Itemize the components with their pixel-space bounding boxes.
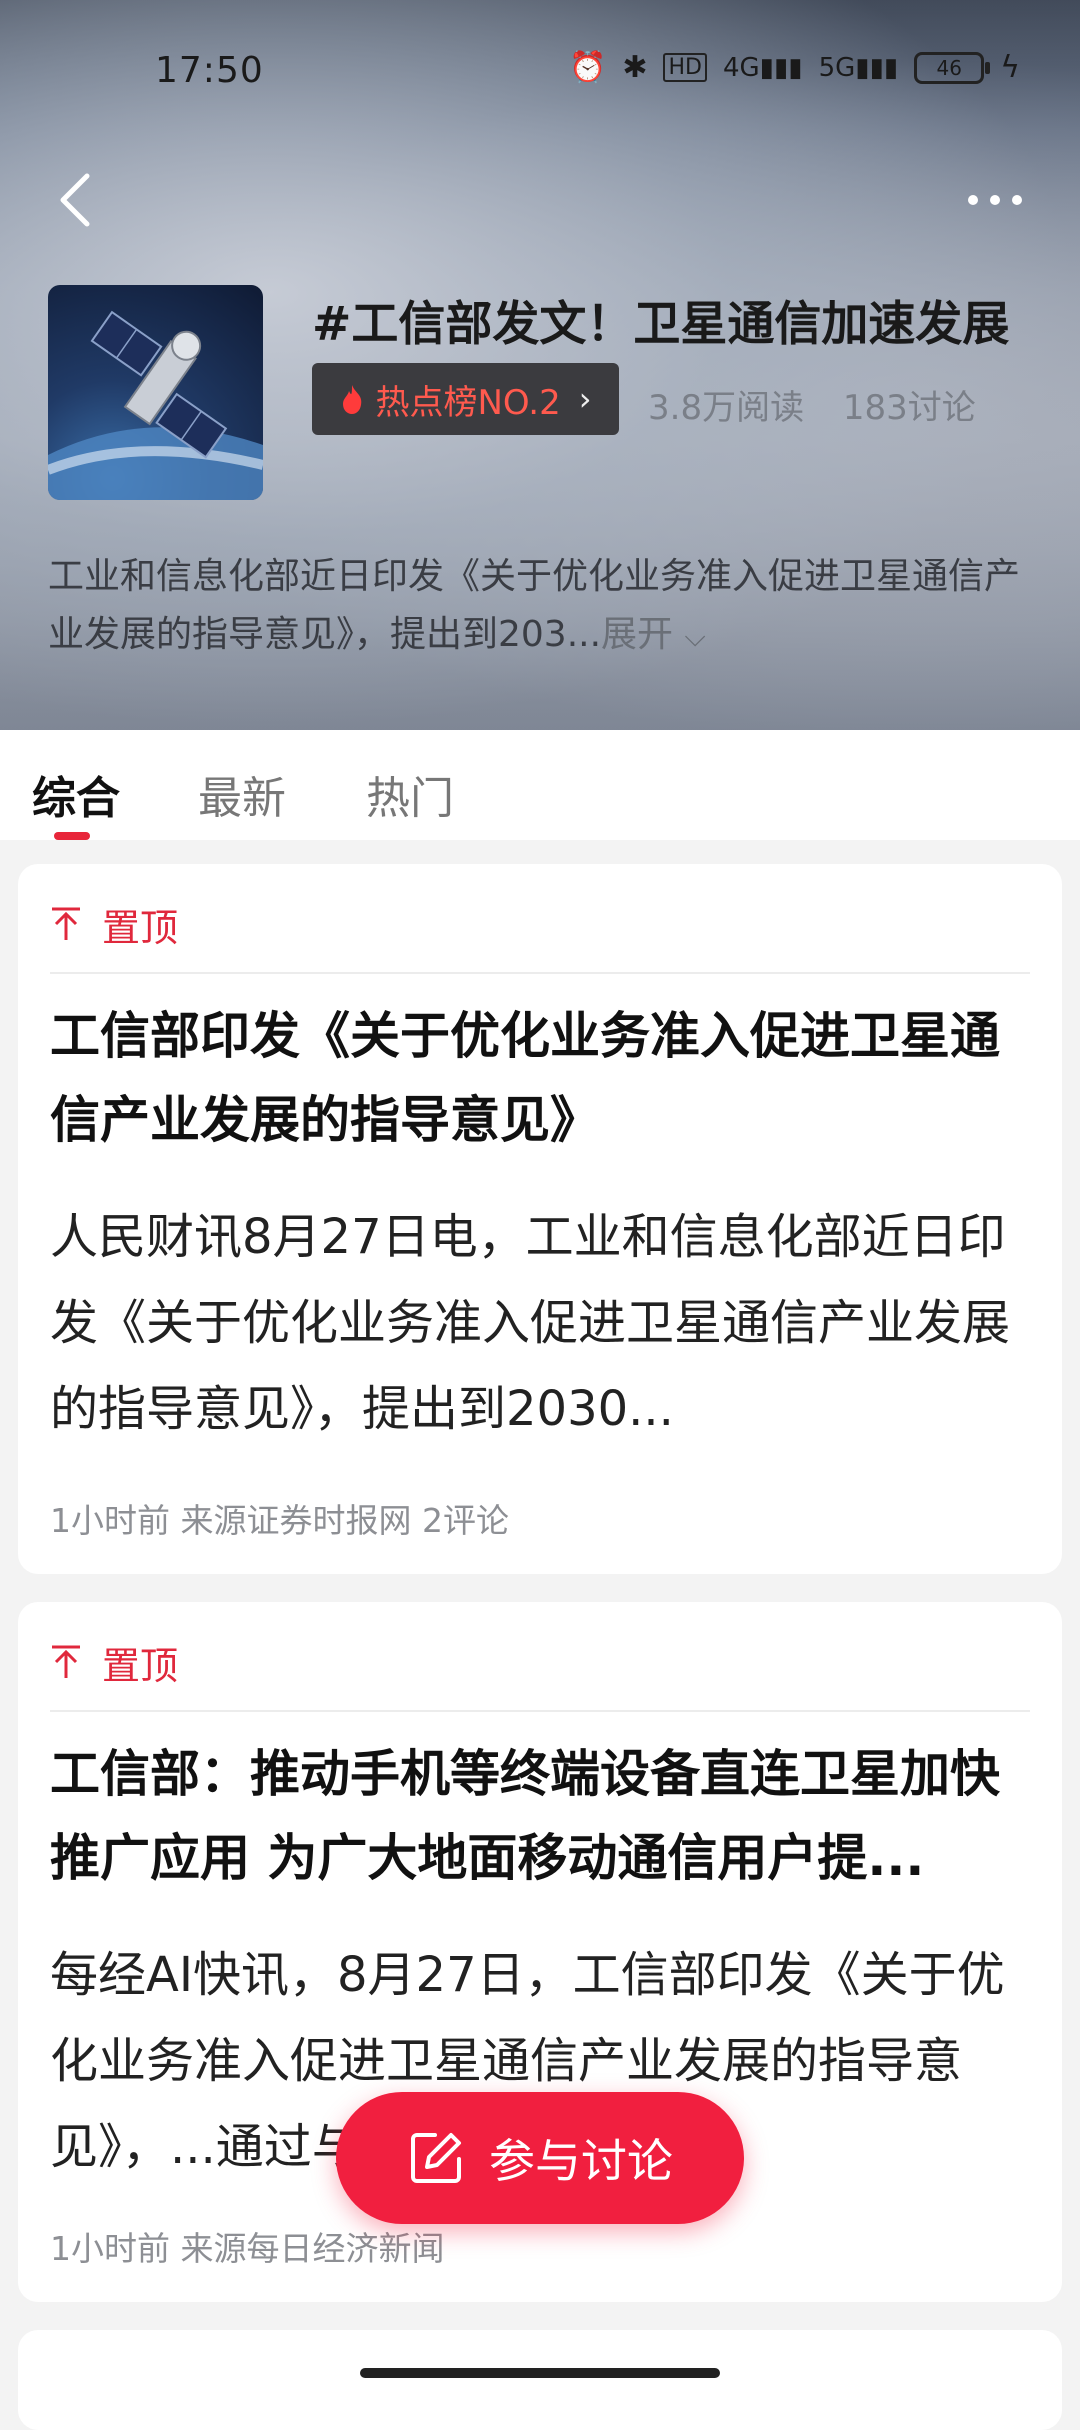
post-meta: 1小时前 来源每日经济新闻 — [50, 2229, 445, 2268]
status-time: 17:50 — [155, 50, 264, 91]
post-summary[interactable]: 人民财讯8月27日电，工业和信息化部近日印发《关于优化业务准入促进卫星通信产业发… — [50, 1194, 1030, 1452]
status-icons: ⏰ ✱ HD 4G▮▮▮ 5G▮▮▮ 46 ϟ — [569, 50, 1020, 85]
hot-rank-badge[interactable]: 热点榜NO.2 › — [312, 363, 619, 435]
more-options-icon[interactable] — [965, 190, 1025, 210]
post-card[interactable]: 置顶 工信部印发《关于优化业务准入促进卫星通信产业发展的指导意见》 人民财讯8月… — [18, 864, 1062, 1574]
bluetooth-icon: ✱ — [622, 50, 648, 85]
post-title[interactable]: 工信部：推动手机等终端设备直连卫星加快推广应用 为广大地面移动通信用户提... — [50, 1732, 1030, 1900]
pinned-label: 置顶 — [50, 894, 178, 954]
join-discussion-label: 参与讨论 — [489, 2134, 673, 2188]
battery-icon: 46 — [914, 51, 991, 84]
tab-hot[interactable]: 热门 — [366, 762, 454, 826]
topic-cover-image — [48, 285, 263, 500]
tab-latest[interactable]: 最新 — [198, 762, 286, 826]
chevron-right-icon: › — [578, 380, 592, 418]
pin-label-text: 置顶 — [102, 1643, 179, 1688]
post-title[interactable]: 工信部印发《关于优化业务准入促进卫星通信产业发展的指导意见》 — [50, 994, 1030, 1162]
topic-description: 工业和信息化部近日印发《关于优化业务准入促进卫星通信产业发展的指导意见》，提出到… — [48, 548, 1038, 666]
pinned-label: 置顶 — [50, 1632, 178, 1692]
topic-header: 17:50 ⏰ ✱ HD 4G▮▮▮ 5G▮▮▮ 46 ϟ #工信部发文！卫星通… — [0, 0, 1080, 730]
expand-link[interactable]: 展开 ⌵ — [601, 614, 706, 655]
description-text: 工业和信息化部近日印发《关于优化业务准入促进卫星通信产业发展的指导意见》，提出到… — [48, 556, 1021, 655]
discussion-count: 183讨论 — [842, 388, 976, 428]
topic-title: #工信部发文！卫星通信加速发展 — [312, 297, 1010, 352]
hot-rank-label: 热点榜NO.2 — [375, 382, 561, 423]
active-tab-indicator — [54, 832, 90, 840]
satellite-illustration — [48, 310, 263, 500]
post-card-partial[interactable] — [18, 2330, 1062, 2430]
status-bar: 17:50 ⏰ ✱ HD 4G▮▮▮ 5G▮▮▮ 46 ϟ — [0, 0, 1080, 140]
read-count: 3.8万阅读 — [648, 388, 805, 428]
signal-5g-icon: 5G▮▮▮ — [818, 52, 899, 83]
signal-4g-icon: 4G▮▮▮ — [722, 52, 803, 83]
pin-label-text: 置顶 — [102, 905, 179, 950]
divider — [50, 972, 1030, 974]
topic-stats: 3.8万阅读 183讨论 — [648, 380, 1004, 429]
back-arrow-icon[interactable] — [55, 170, 95, 230]
pin-top-icon — [52, 907, 80, 940]
chevron-down-icon: ⌵ — [684, 620, 706, 653]
flame-icon — [343, 385, 362, 414]
home-indicator[interactable] — [360, 2368, 720, 2378]
hd-icon: HD — [663, 53, 707, 82]
expand-label: 展开 — [601, 614, 674, 655]
edit-icon — [411, 2133, 461, 2183]
tab-bar: 综合 最新 热门 — [0, 730, 1080, 840]
post-meta: 1小时前 来源证券时报网 2评论 — [50, 1501, 509, 1540]
charging-icon: ϟ — [1000, 50, 1020, 85]
join-discussion-button[interactable]: 参与讨论 — [336, 2092, 744, 2224]
pin-top-icon — [52, 1645, 80, 1678]
tab-comprehensive[interactable]: 综合 — [32, 762, 120, 826]
divider — [50, 1710, 1030, 1712]
alarm-icon: ⏰ — [568, 50, 607, 85]
